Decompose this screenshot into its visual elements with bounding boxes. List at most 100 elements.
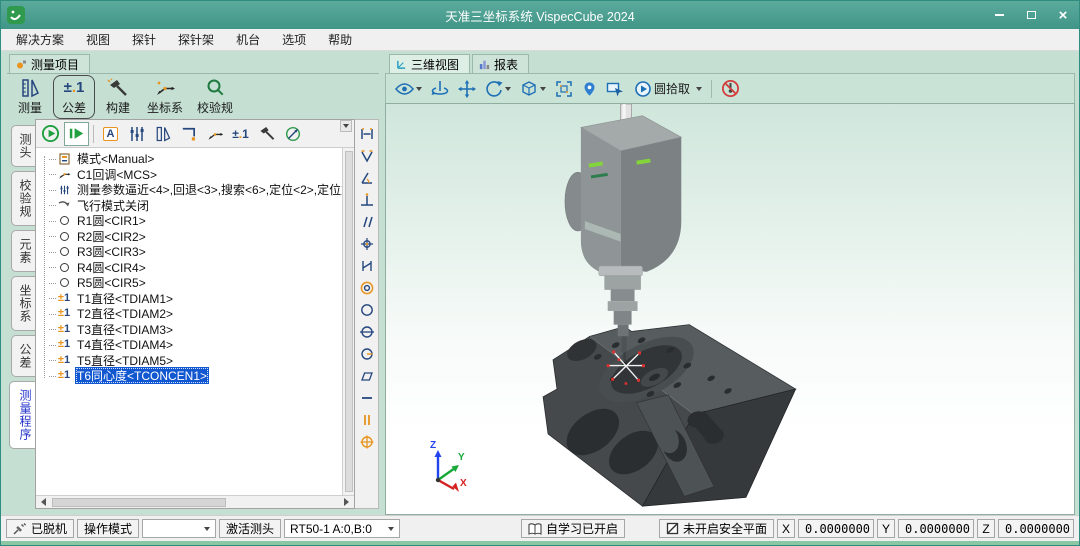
probe-disable-button[interactable]: [718, 77, 743, 101]
3d-scene: [386, 104, 1074, 514]
params-icon: [128, 125, 146, 143]
side-tab-measure-program[interactable]: 测量程序: [9, 381, 35, 449]
side-tab-tolerance[interactable]: 公差: [11, 335, 35, 377]
scrollbar-thumb[interactable]: [345, 151, 353, 492]
visibility-button[interactable]: [392, 77, 425, 101]
circle-pick-button[interactable]: 圆拾取: [631, 77, 705, 101]
construct-tool-button[interactable]: [254, 122, 279, 146]
view-cube-button[interactable]: [517, 77, 549, 101]
perpendicularity-icon[interactable]: [356, 189, 378, 210]
view3d-tab-icon: [396, 59, 407, 70]
tree-item-diameter-tolerance[interactable]: ±1 T5直径<TDIAM5>: [41, 353, 342, 369]
self-learn-status[interactable]: 自学习已开启: [521, 519, 625, 538]
side-tab-strip: 测头 校验规 元素 坐标系 公差 测量程序: [7, 119, 35, 509]
tree-item-circle[interactable]: R3圆<CIR3>: [41, 244, 342, 260]
position-icon[interactable]: [356, 233, 378, 254]
tree-item-measure-params[interactable]: 测量参数逼近<4>,回退<3>,搜索<6>,定位<2>,定位加<2>,测: [41, 182, 342, 198]
coordinate-system-tool-button[interactable]: [202, 122, 227, 146]
chevron-down-icon: [204, 527, 210, 531]
tolerance-strip: [355, 119, 379, 509]
gauge-category-button[interactable]: 校验规: [191, 75, 239, 119]
tree-item-diameter-tolerance[interactable]: ±1 T1直径<TDIAM1>: [41, 291, 342, 307]
angle-tolerance-icon[interactable]: [356, 167, 378, 188]
side-tab-coordinate-systems[interactable]: 坐标系: [11, 276, 35, 331]
axes-icon: [154, 78, 176, 98]
tree-item-circle[interactable]: R1圆<CIR1>: [41, 213, 342, 229]
orbit-button[interactable]: [428, 77, 452, 101]
measure-tool-button[interactable]: [150, 122, 175, 146]
z-coordinate-value: 0.0000000: [998, 519, 1074, 538]
construct-category-button[interactable]: 构建: [97, 75, 139, 119]
angularity-icon[interactable]: [356, 255, 378, 276]
roundness-icon[interactable]: [356, 299, 378, 320]
label-tool-button[interactable]: A: [98, 122, 123, 146]
tolerance-item-icon: ±1: [57, 308, 71, 319]
menu-options[interactable]: 选项: [271, 29, 317, 50]
coordinate-system-category-button[interactable]: 坐标系: [141, 75, 189, 119]
distance-tolerance-icon[interactable]: [356, 123, 378, 144]
tree-item-concentricity-selected[interactable]: ±1 T6同心度<TCONCEN1>: [41, 368, 342, 384]
tolerance-tool-button[interactable]: ±.1: [228, 122, 253, 146]
tree-item-fly-mode[interactable]: 飞行模式关闭: [41, 198, 342, 214]
measure-params-button[interactable]: [124, 122, 149, 146]
circle-icon: [57, 247, 71, 256]
operation-mode-select[interactable]: [142, 519, 216, 538]
side-tab-elements[interactable]: 元素: [11, 230, 35, 272]
view-toolbar: 圆拾取: [385, 73, 1075, 103]
flatness-icon[interactable]: [356, 365, 378, 386]
tree-item-diameter-tolerance[interactable]: ±1 T3直径<TDIAM3>: [41, 322, 342, 338]
menu-probe-rack[interactable]: 探针架: [167, 29, 225, 50]
active-probe-select[interactable]: RT50-1 A:0,B:0: [284, 519, 400, 538]
straightness-icon[interactable]: [356, 387, 378, 408]
rotate-view-button[interactable]: [482, 77, 514, 101]
cylindricity-icon[interactable]: [356, 321, 378, 342]
menu-view[interactable]: 视图: [75, 29, 121, 50]
tab-3d-view[interactable]: 三维视图: [389, 54, 470, 73]
side-tab-gauge[interactable]: 校验规: [11, 171, 35, 226]
tree-item-diameter-tolerance[interactable]: ±1 T2直径<TDIAM2>: [41, 306, 342, 322]
menu-machine[interactable]: 机台: [225, 29, 271, 50]
scrollbar-thumb[interactable]: [52, 498, 226, 507]
pan-button[interactable]: [455, 77, 479, 101]
circle-pick-label: 圆拾取: [654, 80, 690, 97]
tree-item-recall[interactable]: C1回调<MCS>: [41, 167, 342, 183]
3d-viewport[interactable]: Z Y X: [385, 103, 1075, 515]
window-select-button[interactable]: [603, 77, 628, 101]
safety-plane-status[interactable]: 未开启安全平面: [659, 519, 774, 538]
toolbar-overflow-button[interactable]: [340, 120, 352, 132]
parallelism-icon[interactable]: [356, 211, 378, 232]
magnifier-icon: [204, 78, 226, 98]
probe-disabled-icon: [721, 79, 740, 98]
scroll-right-arrow[interactable]: [340, 497, 353, 508]
tab-measure-project[interactable]: 测量项目: [9, 54, 90, 73]
true-position-icon[interactable]: [356, 431, 378, 452]
menu-help[interactable]: 帮助: [317, 29, 363, 50]
tab-report[interactable]: 报表: [472, 54, 529, 73]
zoom-fit-button[interactable]: [552, 77, 576, 101]
concentricity-icon[interactable]: [356, 277, 378, 298]
gauge-tool-button[interactable]: [280, 122, 305, 146]
menu-probe[interactable]: 探针: [121, 29, 167, 50]
tree-item-circle[interactable]: R4圆<CIR4>: [41, 260, 342, 276]
tolerance-category-button[interactable]: ±.1 公差: [53, 75, 95, 119]
measure-category-button[interactable]: 测量: [9, 75, 51, 119]
tree-item-mode[interactable]: 模式<Manual>: [41, 151, 342, 167]
step-run-button[interactable]: [64, 122, 89, 146]
tree-item-circle[interactable]: R5圆<CIR5>: [41, 275, 342, 291]
menu-solution[interactable]: 解决方案: [5, 29, 75, 50]
hammer-icon: [258, 125, 276, 142]
tree-horizontal-scrollbar[interactable]: [36, 495, 354, 508]
runout-icon[interactable]: [356, 343, 378, 364]
side-tab-probe[interactable]: 测头: [11, 125, 35, 167]
tree-vertical-scrollbar[interactable]: [342, 148, 354, 495]
rotate-icon: [485, 80, 503, 98]
run-program-button[interactable]: [38, 122, 63, 146]
parallel-lines-icon[interactable]: [356, 409, 378, 430]
tree-item-circle[interactable]: R2圆<CIR2>: [41, 229, 342, 245]
element-tool-button[interactable]: [176, 122, 201, 146]
tree-item-diameter-tolerance[interactable]: ±1 T4直径<TDIAM4>: [41, 337, 342, 353]
params-icon: [57, 184, 71, 196]
angle-v-tolerance-icon[interactable]: [356, 145, 378, 166]
scroll-left-arrow[interactable]: [37, 497, 50, 508]
locate-button[interactable]: [579, 77, 600, 101]
